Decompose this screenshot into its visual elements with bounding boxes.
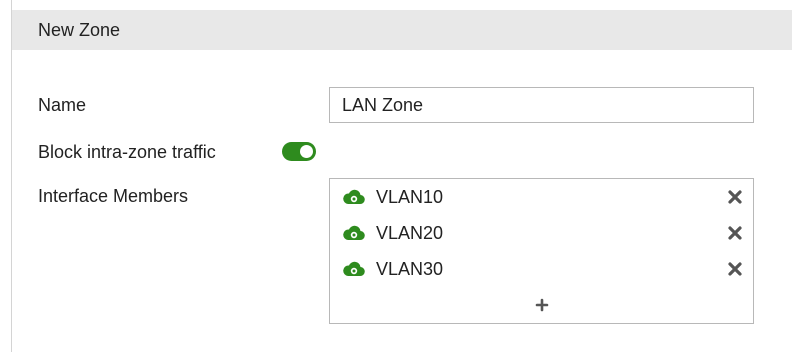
interface-members-list: VLAN10 VLAN20 VLAN30 <box>329 178 754 324</box>
remove-member-icon[interactable] <box>727 261 743 277</box>
toggle-knob <box>300 145 313 158</box>
name-input[interactable] <box>329 87 754 123</box>
block-intra-zone-toggle[interactable] <box>282 142 316 161</box>
member-label: VLAN20 <box>376 223 444 243</box>
member-label: VLAN10 <box>376 187 444 207</box>
dialog-title: New Zone <box>38 20 121 40</box>
dialog-header: New Zone <box>12 10 792 50</box>
add-member-icon[interactable] <box>534 297 550 313</box>
cloud-network-icon <box>343 261 365 277</box>
remove-member-icon[interactable] <box>727 225 743 241</box>
member-row-vlan20: VLAN20 <box>330 219 753 249</box>
member-row-vlan30: VLAN30 <box>330 255 753 285</box>
remove-member-icon[interactable] <box>727 189 743 205</box>
new-zone-dialog: New Zone Name Block intra-zone traffic I… <box>11 0 792 352</box>
cloud-network-icon <box>343 225 365 241</box>
cloud-network-icon <box>343 189 365 205</box>
interface-members-label: Interface Members <box>38 186 189 206</box>
member-row-vlan10: VLAN10 <box>330 183 753 213</box>
block-intra-zone-label: Block intra-zone traffic <box>38 142 216 162</box>
member-label: VLAN30 <box>376 259 444 279</box>
name-label: Name <box>38 95 87 115</box>
